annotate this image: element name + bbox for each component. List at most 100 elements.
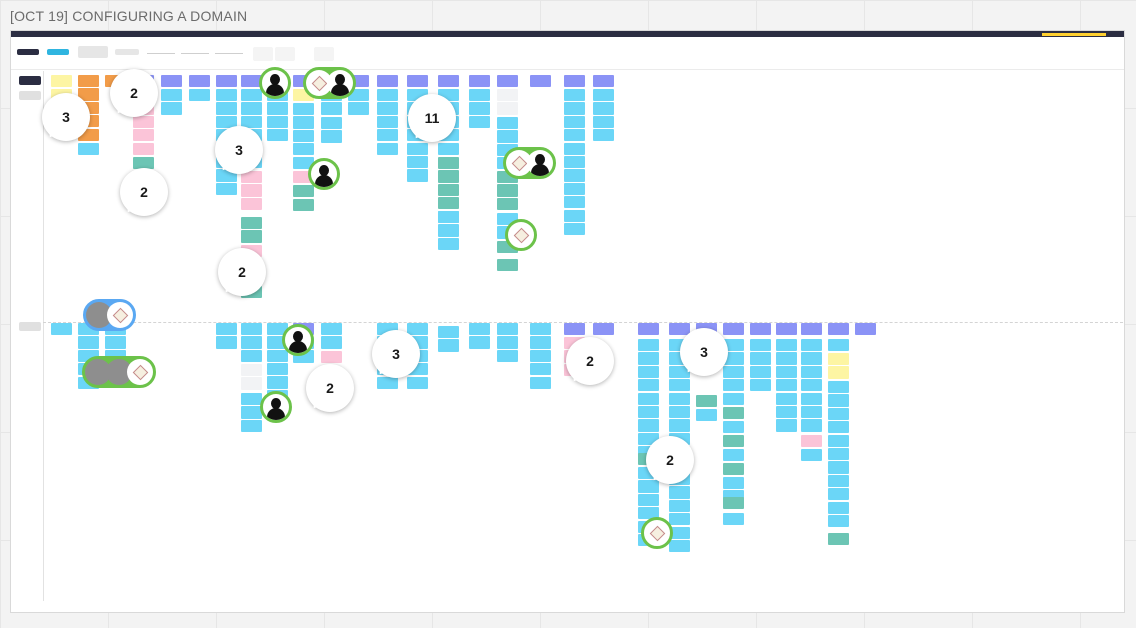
sticky-note-blue[interactable] — [78, 143, 99, 156]
sticky-note-blue[interactable] — [828, 407, 849, 420]
sticky-note-blue[interactable] — [438, 339, 459, 352]
sticky-note-blue[interactable] — [530, 336, 551, 349]
sticky-note-blue[interactable] — [497, 349, 518, 362]
sticky-note-blue[interactable] — [638, 379, 659, 392]
sticky-note-blue[interactable] — [564, 196, 585, 209]
sticky-note-blue[interactable] — [216, 102, 237, 115]
sticky-note-teal[interactable] — [497, 197, 518, 210]
sticky-note-blue[interactable] — [638, 419, 659, 432]
sticky-note-blue[interactable] — [497, 323, 518, 336]
sticky-note-blue[interactable] — [669, 513, 690, 526]
sticky-note-teal[interactable] — [723, 407, 744, 420]
sticky-note-blue[interactable] — [377, 89, 398, 102]
sticky-note-blue[interactable] — [564, 209, 585, 222]
sticky-note-teal[interactable] — [293, 199, 314, 212]
sticky-note-pink[interactable] — [321, 351, 342, 364]
sticky-note-blue[interactable] — [530, 376, 551, 389]
avatar-group[interactable] — [83, 299, 136, 331]
sticky-note-blue[interactable] — [564, 182, 585, 195]
sticky-note-blue[interactable] — [828, 501, 849, 514]
legend-box[interactable] — [275, 47, 295, 61]
sticky-note-purple[interactable] — [469, 75, 490, 88]
sticky-note-blue[interactable] — [530, 323, 551, 336]
sticky-note-purple[interactable] — [564, 323, 585, 336]
user-avatar-icon[interactable] — [259, 67, 291, 99]
sticky-note-blue[interactable] — [801, 365, 822, 378]
sticky-note-blue[interactable] — [776, 406, 797, 419]
sticky-note-grey[interactable] — [497, 89, 518, 102]
sticky-note-blue[interactable] — [776, 365, 797, 378]
sticky-note-blue[interactable] — [377, 115, 398, 128]
sticky-note-blue[interactable] — [564, 102, 585, 115]
sticky-note-blue[interactable] — [638, 406, 659, 419]
sticky-note-teal[interactable] — [438, 170, 459, 183]
sticky-note-purple[interactable] — [723, 323, 744, 336]
sticky-note-blue[interactable] — [593, 115, 614, 128]
sticky-note-blue[interactable] — [669, 392, 690, 405]
legend-chip-dark[interactable] — [17, 49, 39, 55]
sticky-note-blue[interactable] — [216, 182, 237, 195]
diamond-logo-icon[interactable] — [641, 517, 673, 549]
sticky-note-purple[interactable] — [593, 75, 614, 88]
sticky-note-blue[interactable] — [801, 339, 822, 352]
board-frame[interactable] — [10, 30, 1125, 613]
sticky-note-blue[interactable] — [723, 421, 744, 434]
sticky-note-teal[interactable] — [438, 157, 459, 170]
sticky-note-blue[interactable] — [750, 365, 771, 378]
sticky-note-blue[interactable] — [828, 394, 849, 407]
sticky-note-blue[interactable] — [241, 393, 262, 406]
sticky-note-blue[interactable] — [267, 376, 288, 389]
sticky-note-pink[interactable] — [133, 115, 154, 128]
sticky-note-teal[interactable] — [438, 183, 459, 196]
sticky-note-blue[interactable] — [216, 336, 237, 349]
sticky-note-blue[interactable] — [638, 493, 659, 506]
sticky-note-blue[interactable] — [321, 323, 342, 336]
sticky-note-blue[interactable] — [564, 89, 585, 102]
sticky-note-blue[interactable] — [828, 381, 849, 394]
sticky-note-teal[interactable] — [241, 230, 262, 243]
comment-count-bubble[interactable]: 2 — [566, 337, 614, 385]
sticky-note-blue[interactable] — [321, 117, 342, 130]
sticky-note-teal[interactable] — [293, 185, 314, 198]
sticky-note-purple[interactable] — [828, 323, 849, 336]
legend-box[interactable] — [253, 47, 273, 61]
sticky-note-purple[interactable] — [530, 75, 551, 88]
sticky-note-blue[interactable] — [696, 409, 717, 422]
sticky-note-purple[interactable] — [377, 75, 398, 88]
sticky-note-blue[interactable] — [669, 486, 690, 499]
sticky-note-blue[interactable] — [828, 488, 849, 501]
sticky-note-blue[interactable] — [497, 117, 518, 130]
comment-count-bubble[interactable]: 2 — [218, 248, 266, 296]
sticky-note-blue[interactable] — [669, 419, 690, 432]
sticky-note-blue[interactable] — [776, 379, 797, 392]
sticky-note-blue[interactable] — [348, 102, 369, 115]
sticky-note-blue[interactable] — [750, 352, 771, 365]
sticky-note-blue[interactable] — [497, 130, 518, 143]
sticky-note-pink[interactable] — [133, 129, 154, 142]
comment-count-bubble[interactable]: 2 — [110, 69, 158, 117]
comment-count-bubble[interactable]: 3 — [215, 126, 263, 174]
sticky-note-blue[interactable] — [241, 89, 262, 102]
sticky-note-blue[interactable] — [321, 336, 342, 349]
sticky-note-pink[interactable] — [801, 435, 822, 448]
sticky-note-blue[interactable] — [828, 461, 849, 474]
sticky-note-teal[interactable] — [723, 463, 744, 476]
sticky-note-yellow[interactable] — [828, 353, 849, 366]
sticky-note-blue[interactable] — [828, 434, 849, 447]
sticky-note-blue[interactable] — [638, 352, 659, 365]
sticky-note-blue[interactable] — [723, 365, 744, 378]
avatar-group[interactable] — [82, 356, 156, 388]
sticky-note-orange[interactable] — [78, 75, 99, 88]
sticky-note-blue[interactable] — [51, 323, 72, 336]
sticky-note-grey[interactable] — [497, 102, 518, 115]
sticky-note-blue[interactable] — [828, 448, 849, 461]
sticky-note-blue[interactable] — [828, 515, 849, 528]
sticky-note-blue[interactable] — [801, 449, 822, 462]
sticky-note-blue[interactable] — [407, 376, 428, 389]
sticky-note-blue[interactable] — [669, 406, 690, 419]
sticky-note-teal[interactable] — [438, 197, 459, 210]
sticky-note-blue[interactable] — [267, 349, 288, 362]
sticky-note-blue[interactable] — [593, 129, 614, 142]
sticky-note-blue[interactable] — [377, 376, 398, 389]
sticky-note-teal[interactable] — [241, 217, 262, 230]
